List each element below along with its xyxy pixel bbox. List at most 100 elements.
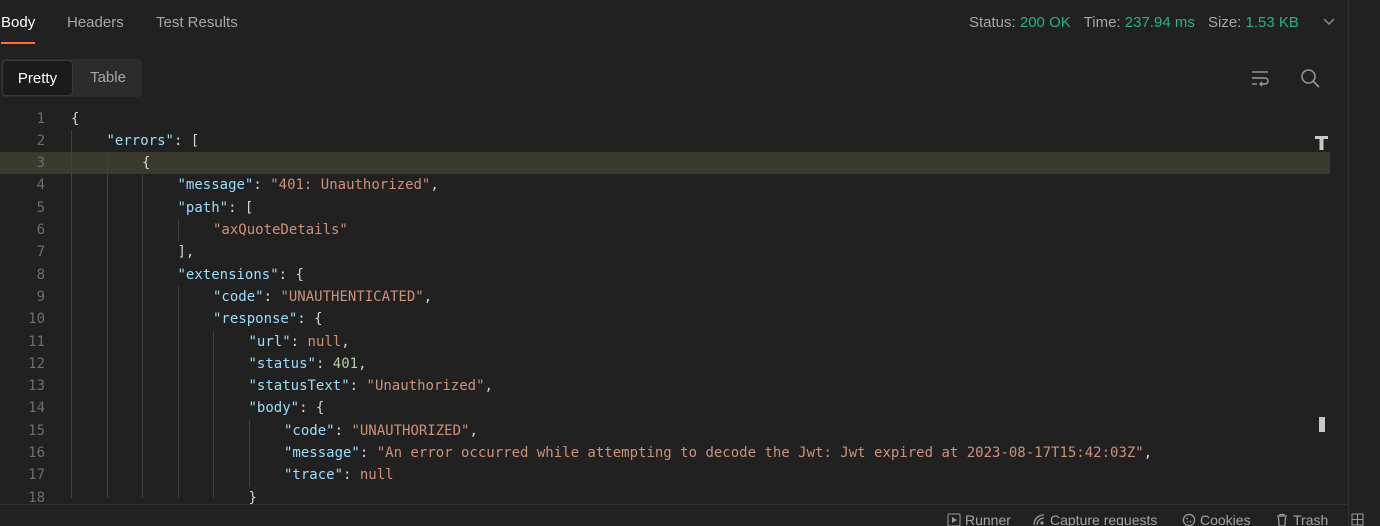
code-token: "trace" [284,467,344,484]
line-number: 11 [28,333,45,350]
code-token: "status" [248,355,316,372]
code-token: , [358,355,367,372]
code-line: 16 "message": "An error occurred while at… [0,442,1330,464]
scrollbar-thumb[interactable] [1319,417,1325,432]
tab-test-results[interactable]: Test Results [156,14,238,31]
code-text: "message": "401: Unauthorized", [178,174,439,196]
trash-button[interactable]: Trash [1275,512,1328,526]
code-token: "Unauthorized" [366,378,485,395]
code-text: "body": { [249,397,325,419]
table-button[interactable]: Table [75,59,141,97]
code-token: , [469,422,478,439]
code-token: "An error occurred while attempting to d… [376,445,1144,461]
code-token: "statusText" [248,378,350,395]
code-token: } [248,489,257,504]
code-token: "response" [213,311,298,328]
code-token: : { [278,266,304,283]
line-number: 1 [36,110,45,127]
pane-divider[interactable] [1348,0,1349,526]
runner-icon [947,513,961,526]
code-line: 6 "axQuoteDetails" [0,219,1330,241]
code-token: : [253,177,271,194]
code-line: 9 "code": "UNAUTHENTICATED", [0,286,1330,308]
tab-body[interactable]: Body [1,14,36,44]
line-number: 14 [28,400,45,417]
code-token: "url" [248,333,291,350]
response-tab-bar: Body Headers Test Results Status: 200 OK… [0,0,1348,46]
code-token: : [359,445,377,461]
code-line: 10 "response": { [0,308,1330,330]
code-token: , [430,177,439,194]
chevron-down-icon[interactable] [1322,14,1336,28]
code-text: } [249,487,257,504]
code-token: "body" [248,400,300,417]
code-line: 4 "message": "401: Unauthorized", [0,174,1330,196]
code-line: 5 "path": [ [0,197,1330,219]
tab-headers[interactable]: Headers [67,14,124,31]
wrap-lines-icon[interactable] [1249,67,1271,89]
code-line: 17 "trace": null [0,464,1330,486]
code-token: : [ [173,132,200,149]
code-token: null [359,467,394,484]
cookies-button[interactable]: Cookies [1182,512,1251,526]
time-value[interactable]: 237.94 ms [1125,14,1195,31]
code-token: : [263,288,281,305]
code-text: "message": "An error occurred while atte… [284,442,1152,464]
line-number: 17 [28,467,45,484]
code-token: "extensions" [177,266,279,283]
cookie-icon [1182,513,1196,526]
line-number: 18 [28,489,45,504]
code-text: { [142,152,150,174]
time-label: Time: [1083,14,1121,31]
code-token: { [142,155,151,172]
code-text: "axQuoteDetails" [213,219,348,241]
code-token: , [423,288,433,305]
layout-toggle-icon[interactable] [1351,513,1364,526]
code-token: "UNAUTHORIZED" [351,422,470,439]
code-text: "extensions": { [178,264,304,286]
runner-button[interactable]: Runner [947,512,1011,526]
size-value[interactable]: 1.53 KB [1246,14,1299,31]
code-line: 12 "status": 401, [0,353,1330,375]
json-code-editor[interactable]: 1{2 "errors": [3{4 "message": "401: Unauth… [0,107,1330,504]
pretty-button[interactable]: Pretty [2,60,73,96]
code-token: : [334,422,352,439]
tab-body-label: Body [1,14,36,31]
line-number: 4 [36,177,45,194]
view-mode-toggle: Pretty Table [1,59,142,97]
code-text: ], [178,241,195,263]
indent-guide [177,285,179,498]
code-token: "message" [177,177,254,194]
code-line: 13 "statusText": "Unauthorized", [0,375,1330,397]
code-text: "statusText": "Unauthorized", [249,375,493,397]
code-text: "code": "UNAUTHORIZED", [284,420,478,442]
line-number: 15 [28,422,45,439]
cookies-label: Cookies [1200,512,1251,526]
code-text: "errors": [ [107,130,200,152]
code-token: "401: Unauthorized" [270,177,431,194]
code-line: 15 "code": "UNAUTHORIZED", [0,420,1330,442]
status-label: Status: [969,14,1016,31]
code-line: 2 "errors": [ [0,130,1330,152]
line-number: 3 [36,155,45,172]
capture-requests-label: Capture requests [1050,512,1158,526]
code-text: "response": { [213,308,323,330]
indent-guide [142,174,143,498]
capture-icon [1033,514,1045,526]
code-line: 18} [0,487,1330,504]
status-footer: Runner Capture requests Cookies Trash [0,504,1364,526]
runner-label: Runner [965,512,1011,526]
line-number: 9 [36,288,45,305]
capture-requests-button[interactable]: Capture requests [1032,512,1157,526]
code-text: "code": "UNAUTHENTICATED", [213,286,432,308]
code-token: "message" [284,445,360,461]
search-icon[interactable] [1299,67,1321,89]
indent-guide [177,219,179,242]
code-line: 11 "url": null, [0,331,1330,353]
code-text: "trace": null [284,464,394,486]
code-text: "path": [ [178,197,254,219]
code-line: 7], [0,241,1330,263]
code-token: : [290,333,308,350]
status-value[interactable]: 200 OK [1020,14,1071,31]
code-token: "path" [177,199,229,216]
